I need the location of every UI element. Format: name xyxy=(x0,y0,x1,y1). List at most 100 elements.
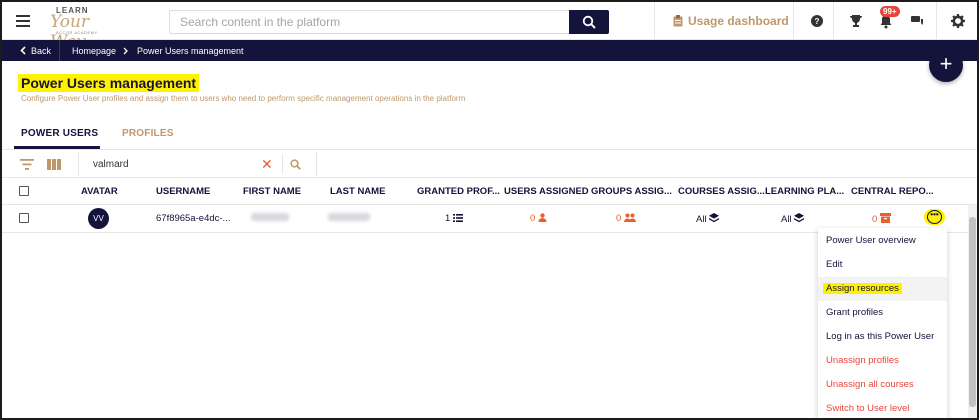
more-icon: ••• xyxy=(927,210,942,224)
cell-learning-plans[interactable]: All xyxy=(781,213,805,225)
filter-icon[interactable] xyxy=(20,159,34,170)
divider xyxy=(282,154,283,174)
columns-icon[interactable] xyxy=(47,159,61,170)
menu-item-label: Grant profiles xyxy=(826,307,884,318)
menu-item-assign-resources[interactable]: Assign resources xyxy=(818,277,947,301)
scrollbar[interactable] xyxy=(968,205,977,418)
usage-dashboard-label: Usage dashboard xyxy=(688,14,789,28)
app-window: LEARN Your Way ACCOR ACADEMY Usage dashb… xyxy=(0,0,979,420)
trophy-icon[interactable] xyxy=(847,12,865,30)
user-icon xyxy=(538,213,547,222)
cell-last-name-redacted xyxy=(328,213,370,221)
breadcrumb: Back Homepage Power Users management xyxy=(2,40,977,61)
column-header-first-name[interactable]: FIRST NAME xyxy=(243,186,301,197)
svg-text:?: ? xyxy=(815,17,820,26)
column-header-granted-profiles[interactable]: GRANTED PROF... xyxy=(417,186,500,197)
menu-item-label: Edit xyxy=(826,259,843,270)
plus-icon: + xyxy=(939,51,953,76)
learning-plans-value: All xyxy=(781,214,792,225)
add-power-user-button[interactable]: + xyxy=(929,48,963,82)
logo[interactable]: LEARN Your Way ACCOR ACADEMY xyxy=(48,6,118,52)
top-bar: LEARN Your Way ACCOR ACADEMY Usage dashb… xyxy=(2,2,977,52)
cell-first-name-redacted xyxy=(251,213,289,221)
list-icon xyxy=(452,214,463,222)
clipboard-icon xyxy=(673,15,683,27)
menu-item-edit[interactable]: Edit xyxy=(818,253,947,277)
menu-icon[interactable] xyxy=(16,15,30,27)
column-header-courses-assigned[interactable]: COURSES ASSIG... xyxy=(678,186,765,197)
tab-power-users[interactable]: POWER USERS xyxy=(21,128,98,139)
cell-users-assigned[interactable]: 0 xyxy=(530,213,547,224)
divider xyxy=(936,2,937,40)
divider xyxy=(78,152,79,176)
select-all-checkbox[interactable] xyxy=(19,186,29,196)
breadcrumb-current: Power Users management xyxy=(137,46,244,56)
column-header-last-name[interactable]: LAST NAME xyxy=(330,186,385,197)
group-icon xyxy=(623,213,636,222)
courses-assigned-value: All xyxy=(696,214,707,225)
menu-item-label: Assign resources xyxy=(823,283,902,294)
divider xyxy=(833,2,834,40)
groups-assigned-count: 0 xyxy=(616,213,622,224)
search-button[interactable] xyxy=(569,10,609,34)
cell-granted-profiles[interactable]: 1 xyxy=(445,213,463,224)
divider xyxy=(316,152,317,176)
divider xyxy=(2,149,977,150)
breadcrumb-homepage[interactable]: Homepage xyxy=(72,46,116,56)
column-header-learning-plans[interactable]: LEARNING PLA... xyxy=(765,186,844,197)
page-title: Power Users management xyxy=(18,74,200,92)
divider xyxy=(654,2,655,40)
chevron-right-icon xyxy=(123,47,128,55)
menu-item-label: Unassign all courses xyxy=(826,379,914,390)
row-checkbox[interactable] xyxy=(19,213,29,223)
divider xyxy=(2,204,977,205)
chevron-left-icon[interactable] xyxy=(20,46,26,55)
central-repo-count: 0 xyxy=(872,214,878,225)
cell-central-repo[interactable]: 0 xyxy=(872,213,891,225)
avatar: VV xyxy=(88,208,109,229)
menu-item-label: Log in as this Power User xyxy=(826,331,935,342)
usage-dashboard-button[interactable]: Usage dashboard xyxy=(673,14,789,28)
users-assigned-count: 0 xyxy=(530,213,536,224)
granted-profiles-count: 1 xyxy=(445,213,451,224)
column-header-username[interactable]: USERNAME xyxy=(156,186,210,197)
page-subtitle: Configure Power User profiles and assign… xyxy=(21,94,466,103)
menu-item-grant-profiles[interactable]: Grant profiles xyxy=(818,301,947,325)
chat-icon[interactable] xyxy=(908,12,926,30)
menu-item-switch-to-user-level[interactable]: Switch to User level xyxy=(818,397,947,418)
menu-item-unassign-profiles[interactable]: Unassign profiles xyxy=(818,349,947,373)
divider xyxy=(793,2,794,40)
scrollbar-thumb[interactable] xyxy=(969,217,976,407)
menu-item-label: Power User overview xyxy=(826,235,916,246)
column-header-users-assigned[interactable]: USERS ASSIGNED xyxy=(504,186,589,197)
column-header-groups-assigned[interactable]: GROUPS ASSIG... xyxy=(591,186,672,197)
row-actions-button[interactable]: ••• xyxy=(924,209,945,225)
menu-item-label: Unassign profiles xyxy=(826,355,899,366)
search-input[interactable] xyxy=(170,11,569,33)
archive-icon xyxy=(879,213,891,223)
cell-username: 67f8965a-e4dc-... xyxy=(156,213,231,224)
help-icon[interactable]: ? xyxy=(808,12,826,30)
cell-courses-assigned[interactable]: All xyxy=(696,213,720,225)
column-header-central-repo[interactable]: CENTRAL REPO... xyxy=(851,186,934,197)
column-header-avatar: AVATAR xyxy=(81,186,118,197)
divider xyxy=(2,177,977,178)
layers-icon xyxy=(794,213,805,223)
notifications-badge: 99+ xyxy=(880,6,900,17)
menu-item-power-user-overview[interactable]: Power User overview xyxy=(818,229,947,253)
search-icon xyxy=(582,15,596,29)
row-actions-menu: Power User overview Edit Assign resource… xyxy=(818,228,947,418)
back-link[interactable]: Back xyxy=(31,46,51,56)
menu-item-label: Switch to User level xyxy=(826,403,910,414)
close-icon[interactable]: ✕ xyxy=(261,156,273,173)
gear-icon[interactable] xyxy=(949,12,967,30)
cell-groups-assigned[interactable]: 0 xyxy=(616,213,636,224)
divider xyxy=(59,40,60,61)
layers-icon xyxy=(709,213,720,223)
menu-item-unassign-all-courses[interactable]: Unassign all courses xyxy=(818,373,947,397)
tab-profiles[interactable]: PROFILES xyxy=(122,128,174,139)
filter-search-input[interactable]: valmard xyxy=(93,159,129,170)
search-icon[interactable] xyxy=(290,159,301,170)
logo-line-3: ACCOR ACADEMY xyxy=(56,30,98,35)
menu-item-log-in-as-power-user[interactable]: Log in as this Power User xyxy=(818,325,947,349)
